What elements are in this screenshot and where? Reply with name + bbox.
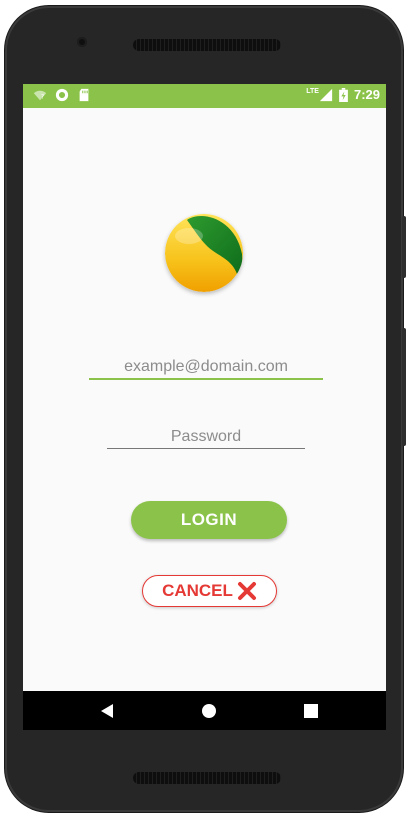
login-button[interactable]: LOGIN [131, 501, 287, 539]
signal-icon [319, 88, 333, 101]
svg-text:?: ? [41, 94, 44, 101]
front-camera [77, 37, 87, 47]
battery-charging-icon [339, 87, 348, 102]
app-logo [165, 214, 243, 292]
clock: 7:29 [353, 87, 380, 102]
status-bar: ? LTE 7:29 [23, 84, 386, 108]
volume-button[interactable] [402, 328, 406, 446]
password-field[interactable] [107, 426, 305, 449]
cancel-button[interactable]: CANCEL [142, 575, 277, 607]
back-icon[interactable] [97, 701, 117, 721]
phone-frame: ? LTE 7:29 example@domain.com LOGIN CANC… [5, 6, 406, 812]
bottom-speaker [133, 772, 281, 784]
power-button[interactable] [402, 216, 406, 278]
screen: ? LTE 7:29 example@domain.com LOGIN CANC… [23, 84, 386, 730]
network-type-label: LTE [306, 88, 319, 95]
sd-card-icon [79, 88, 89, 102]
recents-icon[interactable] [301, 701, 321, 721]
home-icon[interactable] [199, 701, 219, 721]
cancel-button-label: CANCEL [162, 581, 233, 600]
circle-notification-icon [55, 88, 69, 102]
earpiece-speaker [133, 39, 281, 51]
wifi-question-icon: ? [33, 90, 47, 101]
cross-icon [237, 582, 256, 600]
login-button-label: LOGIN [180, 510, 238, 529]
email-field[interactable] [89, 356, 323, 380]
navigation-bar [23, 691, 386, 730]
